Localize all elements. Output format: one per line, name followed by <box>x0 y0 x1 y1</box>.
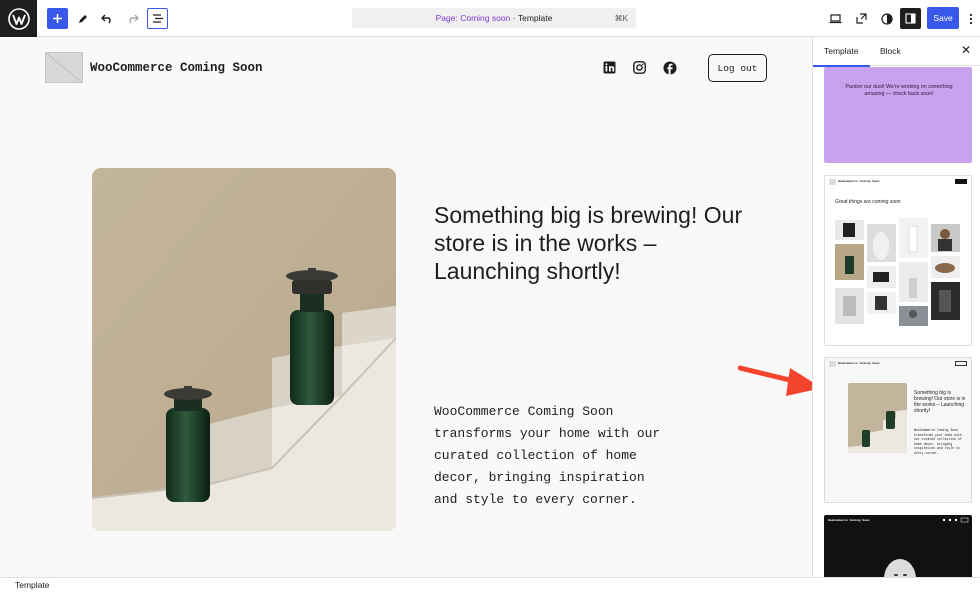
card-preview-headline: Great things are coming soon <box>835 199 901 205</box>
card-preview-text: Pardon our dust! We're working on someth… <box>845 84 953 97</box>
save-button[interactable]: Save <box>927 7 959 29</box>
tab-block[interactable]: Block <box>880 46 901 56</box>
settings-sidebar: Template Block ✕ Pardon our dust! We're … <box>812 37 980 577</box>
command-palette-bar[interactable]: Page: Coming soon · Template ⌘K <box>352 8 636 28</box>
pencil-icon[interactable] <box>72 8 93 29</box>
options-menu-icon[interactable] <box>966 8 976 29</box>
title-separator: · <box>510 13 518 23</box>
settings-panel-toggle-icon[interactable] <box>900 8 921 29</box>
editor-canvas[interactable]: WooCommerce Coming Soon Log out Somethin… <box>0 37 812 577</box>
add-block-button[interactable] <box>47 8 68 29</box>
editor-toolbar: Page: Coming soon · Template ⌘K Save <box>0 0 980 37</box>
template-card-coming-soon-purple[interactable]: Pardon our dust! We're working on someth… <box>824 67 972 163</box>
template-card-coming-soon-dark[interactable]: WooCommerce Coming Soon <box>824 515 972 577</box>
block-breadcrumb-bar: Template <box>0 577 980 592</box>
desktop-view-icon[interactable] <box>825 8 846 29</box>
wordpress-logo-icon[interactable] <box>0 0 37 37</box>
card-preview-dark-image <box>884 517 969 577</box>
close-icon[interactable]: ✕ <box>961 43 971 57</box>
template-card-coming-soon-grid[interactable]: WooCommerce Coming Soon Great things are… <box>824 175 972 346</box>
hero-headline[interactable]: Something big is brewing! Our store is i… <box>434 201 764 285</box>
template-card-coming-soon-image[interactable]: WooCommerce Coming Soon Something big is… <box>824 357 972 503</box>
styles-contrast-icon[interactable] <box>876 8 897 29</box>
sidebar-tabs: Template Block ✕ <box>813 37 980 67</box>
tab-template[interactable]: Template <box>813 46 869 67</box>
page-title-label: Page: Coming soon <box>435 13 511 23</box>
card-preview-image <box>848 383 907 453</box>
card-preview-description: WooCommerce Coming Soon transforms your … <box>914 428 962 455</box>
mini-button <box>955 361 967 366</box>
facebook-icon[interactable] <box>663 61 677 75</box>
shortcut-hint: ⌘K <box>614 13 628 23</box>
breadcrumb-template[interactable]: Template <box>15 580 50 590</box>
template-label: Template <box>517 13 553 23</box>
site-title[interactable]: WooCommerce Coming Soon <box>90 61 263 75</box>
mini-logo <box>829 179 836 185</box>
logout-button[interactable]: Log out <box>708 54 767 82</box>
linkedin-icon[interactable] <box>603 61 617 75</box>
hero-image[interactable] <box>92 168 396 531</box>
card-preview-header: WooCommerce Coming Soon <box>825 176 971 188</box>
mini-logo <box>829 361 836 367</box>
redo-icon[interactable] <box>122 8 143 29</box>
card-preview-header: WooCommerce Coming Soon <box>825 358 971 370</box>
hero-description[interactable]: WooCommerce Coming Soon transforms your … <box>434 401 664 511</box>
document-overview-icon[interactable] <box>147 8 168 29</box>
instagram-icon[interactable] <box>633 61 647 75</box>
mini-button <box>955 179 967 184</box>
product-grid-thumbnail <box>835 218 960 326</box>
external-link-icon[interactable] <box>851 8 872 29</box>
site-logo-placeholder[interactable] <box>45 52 83 83</box>
card-preview-headline: Something big is brewing! Our store is i… <box>914 390 966 414</box>
card-preview-title: WooCommerce Coming Soon <box>838 180 880 183</box>
card-preview-title: WooCommerce Coming Soon <box>838 362 880 365</box>
undo-icon[interactable] <box>97 8 118 29</box>
